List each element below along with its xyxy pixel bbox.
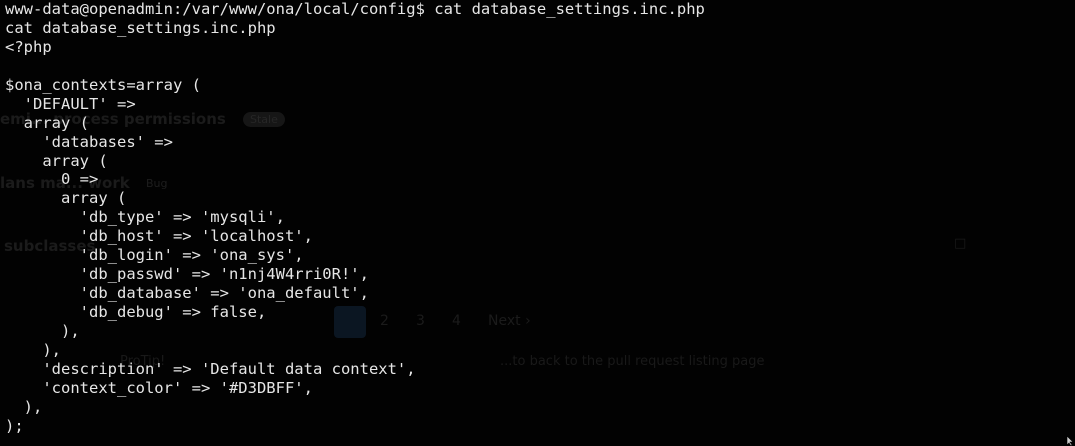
terminal-line: 'db_login' => 'ona_sys', (5, 246, 304, 265)
terminal-window[interactable]: emi... process permissions Stale lans ma… (0, 0, 1075, 446)
terminal-line: 'databases' => (5, 132, 173, 151)
terminal-line: ), (5, 397, 43, 416)
terminal-line-password: 'db_passwd' => 'n1nj4W4rri0R!', (5, 265, 369, 284)
terminal-line: <?php (5, 37, 52, 56)
terminal-line: 0 => (5, 170, 99, 189)
terminal-line: 'db_host' => 'localhost', (5, 227, 313, 246)
terminal-line: $ona_contexts=array ( (5, 75, 201, 94)
mouse-cursor-icon (1066, 436, 1074, 446)
terminal-line: 'description' => 'Default data context', (5, 359, 416, 378)
terminal-output[interactable]: www-data@openadmin:/var/www/ona/local/co… (5, 0, 705, 436)
terminal-line: 'db_debug' => false, (5, 303, 267, 321)
terminal-line: ), (5, 340, 61, 359)
terminal-line: 'context_color' => '#D3DBFF', (5, 378, 313, 397)
terminal-line-prompt: www-data@openadmin:/var/www/ona/local/co… (5, 0, 705, 18)
terminal-line-echo: cat database_settings.inc.php (5, 18, 276, 37)
terminal-line: 'db_database' => 'ona_default', (5, 284, 369, 303)
terminal-line: ); (5, 416, 24, 435)
terminal-line: 'db_type' => 'mysqli', (5, 208, 285, 227)
terminal-line: array ( (5, 113, 89, 132)
terminal-line: array ( (5, 151, 108, 170)
ghost-comment-icon: □ (954, 236, 967, 251)
terminal-line: ), (5, 321, 80, 340)
terminal-line: array ( (5, 189, 127, 208)
terminal-line: 'DEFAULT' => (5, 94, 136, 113)
